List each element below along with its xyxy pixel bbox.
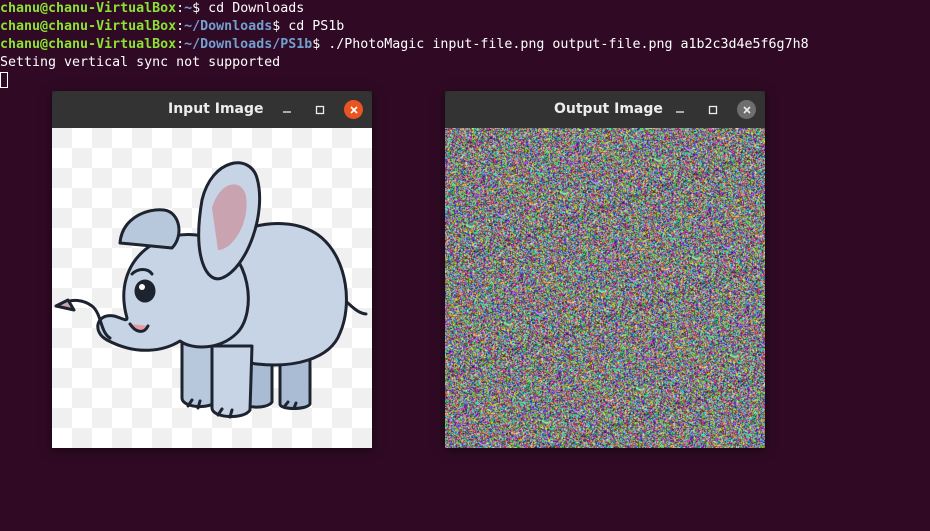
- maximize-button[interactable]: [703, 100, 722, 119]
- terminal-line-1: chanu@chanu-VirtualBox:~$ cd Downloads: [0, 0, 930, 18]
- prompt-symbol: $: [192, 1, 209, 16]
- minimize-icon: [675, 110, 684, 113]
- terminal-cursor: [0, 72, 8, 88]
- prompt-user: chanu@chanu-VirtualBox: [0, 1, 177, 16]
- prompt-path: ~/Downloads/PS1b: [184, 37, 313, 52]
- input-window-titlebar[interactable]: Input Image: [52, 91, 372, 128]
- prompt-symbol: $: [272, 19, 289, 34]
- minimize-button[interactable]: [670, 100, 689, 119]
- terminal[interactable]: chanu@chanu-VirtualBox:~$ cd Downloads c…: [0, 0, 930, 90]
- output-image-canvas: [445, 128, 765, 448]
- input-window-title: Input Image: [168, 101, 264, 117]
- terminal-cursor-line: [0, 72, 930, 90]
- output-window-title: Output Image: [554, 101, 663, 117]
- input-image: [52, 128, 372, 448]
- input-image-window[interactable]: Input Image: [52, 91, 372, 448]
- close-icon: [349, 105, 358, 114]
- prompt-symbol: $: [312, 37, 329, 52]
- prompt-sep: :: [176, 37, 185, 52]
- input-image-canvas: [52, 128, 372, 448]
- prompt-sep: :: [176, 1, 185, 16]
- prompt-sep: :: [176, 19, 185, 34]
- maximize-button[interactable]: [310, 100, 329, 119]
- close-button[interactable]: [344, 100, 363, 119]
- minimize-button[interactable]: [277, 100, 296, 119]
- minimize-icon: [282, 110, 291, 113]
- prompt-user: chanu@chanu-VirtualBox: [0, 37, 177, 52]
- command-text: cd PS1b: [288, 19, 345, 34]
- close-icon: [742, 105, 751, 114]
- command-text: cd Downloads: [208, 1, 305, 16]
- terminal-line-3: chanu@chanu-VirtualBox:~/Downloads/PS1b$…: [0, 36, 930, 54]
- command-text: ./PhotoMagic input-file.png output-file.…: [328, 37, 809, 52]
- close-button[interactable]: [737, 100, 756, 119]
- output-noise-image: [445, 128, 765, 448]
- output-window-titlebar[interactable]: Output Image: [445, 91, 765, 128]
- terminal-output: Setting vertical sync not supported: [0, 55, 281, 70]
- prompt-path: ~/Downloads: [184, 19, 273, 34]
- maximize-icon: [315, 105, 324, 114]
- terminal-line-2: chanu@chanu-VirtualBox:~/Downloads$ cd P…: [0, 18, 930, 36]
- output-image-window[interactable]: Output Image: [445, 91, 765, 448]
- prompt-path: ~: [184, 1, 193, 16]
- prompt-user: chanu@chanu-VirtualBox: [0, 19, 177, 34]
- maximize-icon: [708, 105, 717, 114]
